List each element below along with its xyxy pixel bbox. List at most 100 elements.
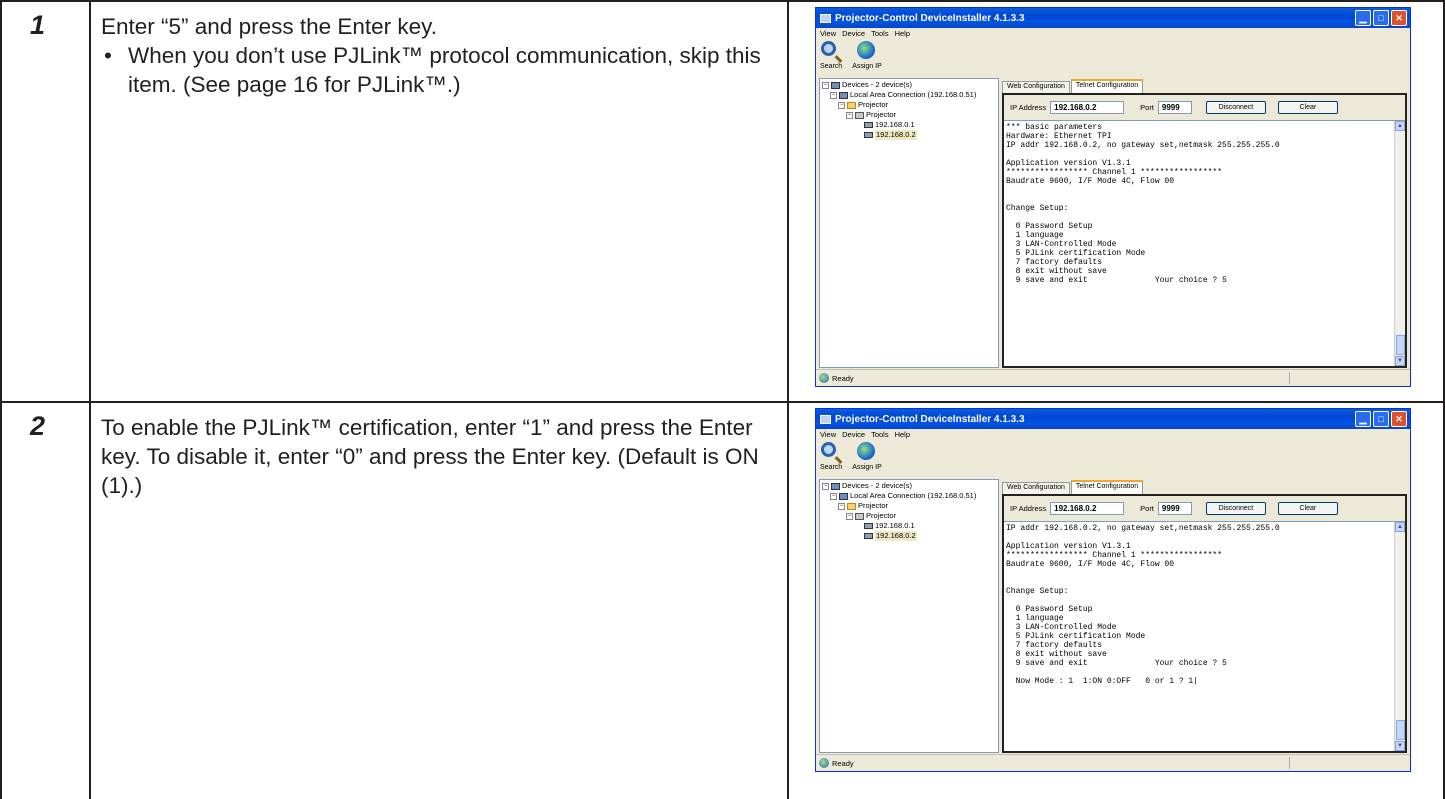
toolbar: Search Assign IP <box>816 441 1410 477</box>
tree-item-projector-folder[interactable]: − Projector <box>822 501 996 511</box>
port-field[interactable]: 9999 <box>1157 101 1192 114</box>
menu-view[interactable]: View <box>820 29 836 39</box>
tree-item-devices[interactable]: − Devices - 2 device(s) <box>822 80 996 90</box>
maximize-icon[interactable]: □ <box>1373 10 1389 26</box>
tree-item-ip-1[interactable]: 192.168.0.1 <box>822 120 996 130</box>
minimize-icon[interactable]: ▁ <box>1355 411 1371 427</box>
config-area: Web Configuration Telnet Configuration I… <box>1002 78 1407 368</box>
window-body: − Devices - 2 device(s) − Local Area Conne… <box>819 78 1407 368</box>
tree-label: Devices - 2 device(s) <box>842 481 913 490</box>
title-bar[interactable]: Projector-Control DeviceInstaller 4.1.3.… <box>816 8 1410 28</box>
search-label: Search <box>820 464 843 471</box>
disconnect-button[interactable]: Disconnect <box>1205 502 1266 515</box>
step-instruction: To enable the PJLink™ certification, ent… <box>101 415 759 498</box>
ip-address-field[interactable]: 192.168.0.2 <box>1050 101 1125 114</box>
step-number: 2 <box>30 411 46 441</box>
search-button[interactable]: Search <box>820 41 842 75</box>
vertical-scrollbar[interactable]: ▲ ▼ <box>1394 121 1405 366</box>
config-area: Web Configuration Telnet Configuration I… <box>1002 479 1407 753</box>
tree-label-selected: 192.168.0.2 <box>875 531 917 541</box>
scroll-thumb[interactable] <box>1395 335 1405 355</box>
collapse-icon[interactable]: − <box>838 101 845 109</box>
menu-view[interactable]: View <box>820 430 836 440</box>
tree-item-projector-folder[interactable]: − Projector <box>822 100 996 110</box>
menu-device[interactable]: Device <box>842 430 865 440</box>
status-bar: Ready <box>816 754 1410 771</box>
vertical-scrollbar[interactable]: ▲ ▼ <box>1394 522 1405 751</box>
console-output: *** basic parameters Hardware: Ethernet … <box>1006 123 1280 285</box>
window-title: Projector-Control DeviceInstaller 4.1.3.… <box>835 413 1025 425</box>
assign-ip-button[interactable]: Assign IP <box>852 442 882 476</box>
step-instruction: Enter “5” and press the Enter key. <box>101 14 437 39</box>
app-icon <box>820 13 831 23</box>
clear-button[interactable]: Clear <box>1277 101 1338 114</box>
scroll-down-icon[interactable]: ▼ <box>1395 356 1405 366</box>
step-row: 1 Enter “5” and press the Enter key. Whe… <box>0 0 1445 403</box>
step-number: 1 <box>30 10 46 40</box>
port-field[interactable]: 9999 <box>1157 502 1192 515</box>
tree-item-ip-2[interactable]: 192.168.0.2 <box>822 531 996 541</box>
tree-item-ip-2[interactable]: 192.168.0.2 <box>822 130 996 140</box>
collapse-icon[interactable]: − <box>830 91 837 99</box>
tree-label: Devices - 2 device(s) <box>842 80 913 89</box>
ip-address-label: IP Address <box>1010 103 1047 112</box>
device-icon <box>864 122 873 129</box>
network-icon <box>839 91 848 99</box>
status-text: Ready <box>832 373 854 383</box>
assign-ip-label: Assign IP <box>852 63 882 70</box>
menu-tools[interactable]: Tools <box>871 29 889 39</box>
collapse-icon[interactable]: − <box>838 502 845 510</box>
telnet-panel: IP Address 192.168.0.2 Port 9999 Disconn… <box>1002 494 1407 753</box>
globe-icon <box>856 41 877 61</box>
menu-help[interactable]: Help <box>895 430 910 440</box>
minimize-icon[interactable]: ▁ <box>1355 10 1371 26</box>
collapse-icon[interactable]: − <box>830 492 837 500</box>
menu-help[interactable]: Help <box>895 29 910 39</box>
status-separator <box>1289 372 1290 384</box>
connection-row: IP Address 192.168.0.2 Port 9999 Disconn… <box>1004 95 1405 120</box>
screenshot-cell: Projector-Control DeviceInstaller 4.1.3.… <box>787 0 1445 403</box>
screenshot-cell: Projector-Control DeviceInstaller 4.1.3.… <box>787 401 1445 799</box>
tree-item-lan[interactable]: − Local Area Connection (192.168.0.51) <box>822 90 996 100</box>
port-label: Port <box>1140 504 1154 513</box>
connection-row: IP Address 192.168.0.2 Port 9999 Disconn… <box>1004 496 1405 521</box>
title-bar[interactable]: Projector-Control DeviceInstaller 4.1.3.… <box>816 409 1410 429</box>
tree-item-projector[interactable]: − Projector <box>822 110 996 120</box>
telnet-console[interactable]: *** basic parameters Hardware: Ethernet … <box>1004 120 1405 366</box>
tab-telnet-configuration[interactable]: Telnet Configuration <box>1070 480 1144 494</box>
assign-ip-label: Assign IP <box>852 464 882 471</box>
close-icon[interactable]: ✕ <box>1391 411 1407 427</box>
tree-item-devices[interactable]: − Devices - 2 device(s) <box>822 481 996 491</box>
collapse-icon[interactable]: − <box>846 111 853 119</box>
assign-ip-button[interactable]: Assign IP <box>852 41 882 75</box>
tab-strip: Web Configuration Telnet Configuration <box>1002 78 1407 93</box>
menu-device[interactable]: Device <box>842 29 865 39</box>
tab-telnet-configuration[interactable]: Telnet Configuration <box>1070 79 1144 93</box>
maximize-icon[interactable]: □ <box>1373 411 1389 427</box>
clear-button[interactable]: Clear <box>1277 502 1338 515</box>
menu-tools[interactable]: Tools <box>871 430 889 440</box>
tree-item-ip-1[interactable]: 192.168.0.1 <box>822 521 996 531</box>
console-output: IP addr 192.168.0.2, no gateway set,netm… <box>1006 524 1280 686</box>
telnet-panel: IP Address 192.168.0.2 Port 9999 Disconn… <box>1002 93 1407 368</box>
scroll-down-icon[interactable]: ▼ <box>1395 741 1405 751</box>
telnet-console[interactable]: IP addr 192.168.0.2, no gateway set,netm… <box>1004 521 1405 751</box>
device-icon <box>864 523 873 530</box>
tab-web-configuration[interactable]: Web Configuration <box>1002 482 1070 494</box>
disconnect-button[interactable]: Disconnect <box>1205 101 1266 114</box>
collapse-icon[interactable]: − <box>822 81 829 89</box>
tree-label-selected: 192.168.0.2 <box>875 130 917 140</box>
status-bar: Ready <box>816 369 1410 386</box>
projector-icon <box>855 111 864 119</box>
close-icon[interactable]: ✕ <box>1391 10 1407 26</box>
ip-address-field[interactable]: 192.168.0.2 <box>1050 502 1125 515</box>
scroll-thumb[interactable] <box>1395 720 1405 740</box>
tab-web-configuration[interactable]: Web Configuration <box>1002 81 1070 93</box>
collapse-icon[interactable]: − <box>846 512 853 520</box>
tree-item-projector[interactable]: − Projector <box>822 511 996 521</box>
tree-item-lan[interactable]: − Local Area Connection (192.168.0.51) <box>822 491 996 501</box>
collapse-icon[interactable]: − <box>822 482 829 490</box>
search-button[interactable]: Search <box>820 442 842 476</box>
scroll-up-icon[interactable]: ▲ <box>1395 121 1405 131</box>
scroll-up-icon[interactable]: ▲ <box>1395 522 1405 532</box>
